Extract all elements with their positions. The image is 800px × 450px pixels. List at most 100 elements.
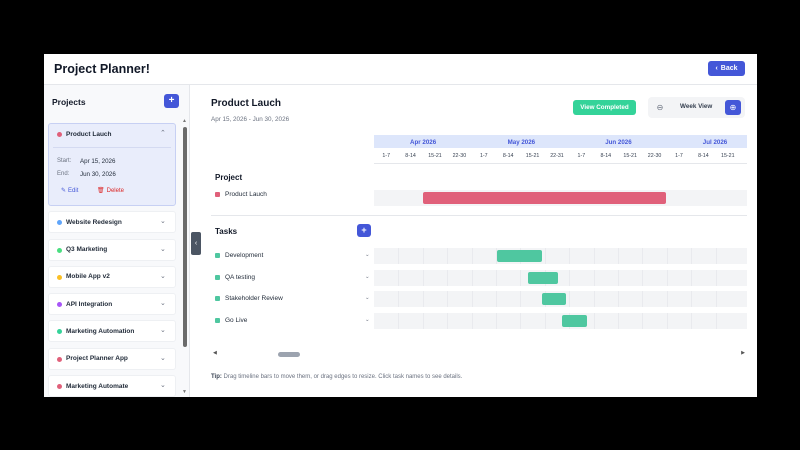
task-row-label[interactable]: Stakeholder Review bbox=[215, 295, 283, 302]
grid-line bbox=[593, 291, 595, 307]
task-name: Go Live bbox=[225, 317, 248, 324]
main-panel: Product Lauch Apr 15, 2026 - Jun 30, 202… bbox=[202, 85, 757, 397]
month-label: Apr 2026 bbox=[410, 138, 437, 146]
timeline-weeks: 1-7 8-14 15-21 22-30 1-7 8-14 15-21 22-31 1-7 8-1… bbox=[374, 148, 747, 164]
project-item[interactable]: Q3 Marketing ⌄ bbox=[48, 238, 176, 261]
chevron-down-icon[interactable]: ⌄ bbox=[160, 381, 166, 389]
grid-line bbox=[642, 270, 644, 286]
project-row-label[interactable]: Product Lauch bbox=[215, 191, 267, 198]
scroll-left-arrow[interactable]: ◀ bbox=[213, 350, 217, 356]
edit-icon: ✎ bbox=[61, 188, 67, 194]
chevron-down-icon[interactable]: ⌄ bbox=[365, 252, 370, 258]
project-color-dot bbox=[57, 302, 62, 308]
scroll-up-arrow[interactable]: ▲ bbox=[182, 118, 187, 124]
tasks-section-heading: Tasks bbox=[215, 227, 238, 236]
task-timeline-bar[interactable] bbox=[562, 315, 587, 327]
zoom-out-icon[interactable]: ⊖ bbox=[653, 101, 667, 114]
projects-sidebar: Projects + Product Lauch ⌃ Start: Apr 15… bbox=[44, 85, 190, 397]
grid-line bbox=[569, 270, 571, 286]
back-button[interactable]: ‹ Back bbox=[708, 61, 745, 76]
task-color-square bbox=[215, 296, 220, 301]
project-item-product-lauch[interactable]: Product Lauch ⌃ Start: Apr 15, 2026 End:… bbox=[48, 123, 176, 206]
chevron-down-icon[interactable]: ⌄ bbox=[160, 272, 166, 280]
project-name: Product Lauch bbox=[66, 130, 112, 138]
timeline-horizontal-scrollbar[interactable]: ◀ ▶ bbox=[211, 350, 747, 358]
grid-line bbox=[666, 291, 668, 307]
task-row-label[interactable]: Go Live bbox=[215, 317, 247, 324]
project-color-dot bbox=[57, 356, 62, 362]
chevron-down-icon[interactable]: ⌄ bbox=[365, 317, 370, 323]
task-name: QA testing bbox=[225, 274, 255, 281]
project-color-dot bbox=[57, 329, 62, 335]
project-section-heading: Project bbox=[215, 173, 243, 182]
grid-line bbox=[447, 248, 449, 264]
delete-project-button[interactable]: 🗑 Delete bbox=[97, 187, 124, 195]
collapse-sidebar-toggle[interactable]: ‹ bbox=[191, 232, 201, 255]
projects-heading: Projects bbox=[52, 97, 86, 107]
divider bbox=[211, 215, 747, 216]
edit-project-button[interactable]: ✎ Edit bbox=[61, 187, 79, 195]
start-value: Apr 15, 2026 bbox=[80, 158, 116, 165]
project-item[interactable]: Marketing Automation ⌄ bbox=[48, 320, 176, 343]
zoom-in-icon[interactable]: ⊕ bbox=[725, 100, 741, 115]
task-timeline-bar[interactable] bbox=[542, 293, 566, 305]
scrollbar-thumb[interactable] bbox=[278, 351, 300, 357]
project-row-name: Product Lauch bbox=[225, 191, 267, 198]
project-item[interactable]: Marketing Automate ⌄ bbox=[48, 375, 176, 397]
edit-label: Edit bbox=[68, 187, 79, 194]
chevron-down-icon[interactable]: ⌄ bbox=[365, 274, 370, 280]
project-color-dot bbox=[57, 132, 62, 137]
grid-line bbox=[618, 270, 619, 286]
week-label: 15-21 bbox=[525, 153, 540, 159]
task-row-label[interactable]: Development bbox=[215, 252, 263, 259]
week-label: 8-14 bbox=[502, 153, 514, 159]
project-item[interactable]: API Integration ⌄ bbox=[48, 293, 176, 316]
chevron-down-icon[interactable]: ⌄ bbox=[160, 326, 166, 334]
grid-line bbox=[398, 248, 400, 264]
grid-line bbox=[496, 313, 497, 329]
project-item[interactable]: Mobile App v2 ⌄ bbox=[48, 265, 176, 288]
chevron-down-icon[interactable]: ⌄ bbox=[160, 354, 166, 362]
grid-line bbox=[593, 270, 595, 286]
end-value: Jun 30, 2026 bbox=[80, 171, 116, 178]
grid-line bbox=[544, 313, 546, 329]
grid-line bbox=[447, 291, 449, 307]
grid-line bbox=[569, 291, 571, 307]
chevron-down-icon[interactable]: ⌄ bbox=[160, 299, 166, 307]
week-label: 15-21 bbox=[721, 153, 735, 159]
scroll-right-arrow[interactable]: ▶ bbox=[741, 350, 745, 356]
grid-line bbox=[520, 291, 522, 307]
task-timeline-bar[interactable] bbox=[497, 250, 542, 262]
grid-line bbox=[471, 291, 473, 307]
app-window: Project Planner! ‹ Back Projects + Produ… bbox=[44, 54, 757, 397]
grid-line bbox=[666, 248, 668, 264]
project-name: API Integration bbox=[66, 300, 113, 308]
grid-line bbox=[447, 270, 449, 286]
chevron-down-icon[interactable]: ⌄ bbox=[160, 217, 166, 225]
grid-line bbox=[691, 248, 693, 264]
task-color-square bbox=[215, 275, 220, 280]
add-project-button[interactable]: + bbox=[164, 94, 179, 108]
chevron-up-icon[interactable]: ⌃ bbox=[160, 129, 166, 137]
scroll-down-arrow[interactable]: ▼ bbox=[182, 389, 187, 395]
grid-line bbox=[520, 270, 522, 286]
view-completed-button[interactable]: View Completed bbox=[573, 100, 636, 115]
project-item[interactable]: Project Planner App ⌄ bbox=[48, 347, 176, 370]
add-task-button[interactable]: + bbox=[357, 224, 371, 237]
delete-label: Delete bbox=[106, 187, 124, 194]
month-label: May 2026 bbox=[507, 138, 536, 146]
chevron-down-icon[interactable]: ⌄ bbox=[365, 295, 370, 301]
chevron-down-icon[interactable]: ⌄ bbox=[160, 245, 166, 253]
project-item[interactable]: Website Redesign ⌄ bbox=[48, 211, 176, 234]
project-track bbox=[374, 190, 747, 206]
grid-line bbox=[593, 313, 595, 329]
project-name: Marketing Automation bbox=[66, 327, 135, 335]
task-timeline-bar[interactable] bbox=[528, 272, 558, 284]
week-label: 1-7 bbox=[479, 153, 488, 159]
grid-line bbox=[398, 270, 400, 286]
grid-line bbox=[715, 248, 717, 264]
project-timeline-bar[interactable] bbox=[423, 192, 666, 204]
task-row-label[interactable]: QA testing bbox=[215, 274, 255, 281]
grid-line bbox=[715, 291, 717, 307]
sidebar-scrollbar[interactable] bbox=[183, 127, 187, 347]
